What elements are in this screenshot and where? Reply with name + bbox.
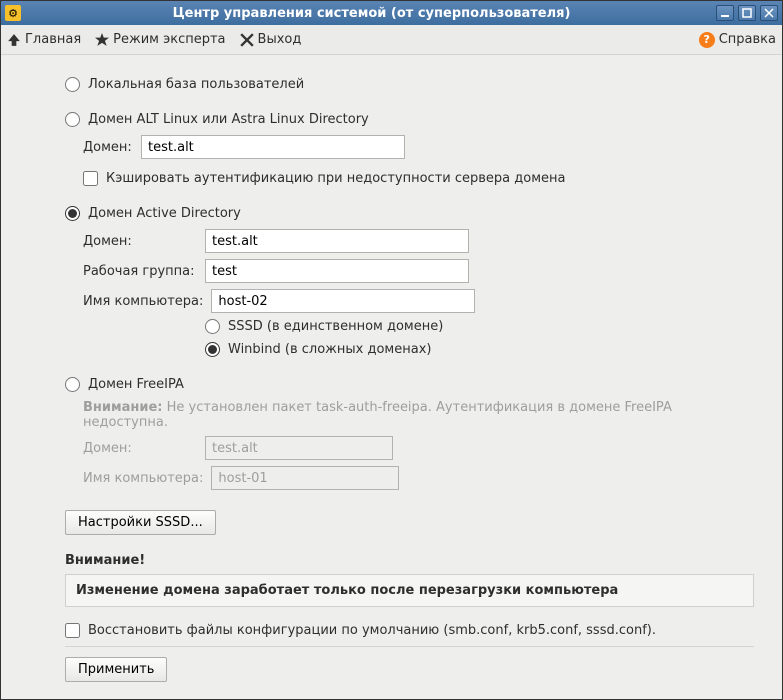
altlinux-domain-label: Домен: bbox=[83, 140, 133, 155]
radio-sssd[interactable]: SSSD (в единственном домене) bbox=[205, 319, 754, 334]
radio-altlinux-input[interactable] bbox=[65, 112, 80, 127]
altlinux-cache-label: Кэшировать аутентификацию при недоступно… bbox=[106, 171, 565, 186]
freeipa-domain-label: Домен: bbox=[83, 441, 197, 456]
up-arrow-icon bbox=[7, 33, 21, 47]
radio-ad-label: Домен Active Directory bbox=[88, 206, 241, 221]
close-button[interactable] bbox=[760, 5, 778, 21]
ad-computer-label: Имя компьютера: bbox=[83, 294, 203, 309]
divider bbox=[65, 646, 754, 647]
window-title: Центр управления системой (от суперпольз… bbox=[27, 6, 716, 21]
toolbar-home[interactable]: Главная bbox=[7, 32, 81, 47]
ad-computer-input[interactable] bbox=[211, 289, 475, 313]
radio-altlinux-label: Домен ALT Linux или Astra Linux Director… bbox=[88, 112, 369, 127]
ad-workgroup-input[interactable] bbox=[205, 259, 469, 283]
sssd-settings-button[interactable]: Настройки SSSD... bbox=[65, 510, 216, 535]
freeipa-warning-text: Не установлен пакет task-auth-freeipa. А… bbox=[83, 400, 672, 430]
radio-winbind-label: Winbind (в сложных доменах) bbox=[228, 342, 431, 357]
restore-defaults-label: Восстановить файлы конфигурации по умолч… bbox=[88, 623, 656, 638]
ad-domain-input[interactable] bbox=[205, 229, 469, 253]
toolbar-expert[interactable]: Режим эксперта bbox=[95, 32, 225, 47]
radio-winbind-input[interactable] bbox=[205, 342, 220, 357]
toolbar-help-label: Справка bbox=[719, 32, 776, 47]
close-icon bbox=[240, 33, 254, 47]
freeipa-domain-input bbox=[205, 436, 393, 460]
radio-ad-input[interactable] bbox=[65, 206, 80, 221]
radio-local-label: Локальная база пользователей bbox=[88, 77, 304, 92]
warning-box: Изменение домена заработает только после… bbox=[65, 574, 754, 607]
toolbar-exit-label: Выход bbox=[258, 32, 302, 47]
freeipa-warning-label: Внимание: bbox=[83, 400, 163, 415]
toolbar-exit[interactable]: Выход bbox=[240, 32, 302, 47]
radio-altlinux[interactable]: Домен ALT Linux или Astra Linux Director… bbox=[65, 112, 754, 127]
app-icon: ⚙ bbox=[5, 5, 21, 21]
altlinux-domain-input[interactable] bbox=[141, 135, 405, 159]
titlebar: ⚙ Центр управления системой (от суперпол… bbox=[1, 1, 782, 25]
help-icon: ? bbox=[699, 32, 715, 48]
radio-freeipa-label: Домен FreeIPA bbox=[88, 377, 184, 392]
radio-sssd-input[interactable] bbox=[205, 319, 220, 334]
apply-button[interactable]: Применить bbox=[65, 657, 167, 682]
restore-defaults-checkbox[interactable]: Восстановить файлы конфигурации по умолч… bbox=[65, 623, 754, 638]
maximize-button[interactable] bbox=[738, 5, 756, 21]
star-icon bbox=[95, 33, 109, 47]
altlinux-cache-checkbox[interactable]: Кэшировать аутентификацию при недоступно… bbox=[83, 171, 754, 186]
radio-winbind[interactable]: Winbind (в сложных доменах) bbox=[205, 342, 754, 357]
radio-ad[interactable]: Домен Active Directory bbox=[65, 206, 754, 221]
ad-domain-label: Домен: bbox=[83, 234, 197, 249]
minimize-button[interactable] bbox=[716, 5, 734, 21]
radio-local-input[interactable] bbox=[65, 77, 80, 92]
window: ⚙ Центр управления системой (от суперпол… bbox=[0, 0, 783, 700]
radio-sssd-label: SSSD (в единственном домене) bbox=[228, 319, 443, 334]
toolbar-help[interactable]: ? Справка bbox=[699, 32, 776, 48]
radio-freeipa-input[interactable] bbox=[65, 377, 80, 392]
toolbar: Главная Режим эксперта Выход ? Справка bbox=[1, 25, 782, 55]
restore-defaults-input[interactable] bbox=[65, 623, 80, 638]
freeipa-computer-label: Имя компьютера: bbox=[83, 471, 203, 486]
freeipa-computer-input bbox=[211, 466, 399, 490]
ad-workgroup-label: Рабочая группа: bbox=[83, 264, 197, 279]
altlinux-cache-input[interactable] bbox=[83, 171, 98, 186]
radio-local[interactable]: Локальная база пользователей bbox=[65, 77, 754, 92]
toolbar-home-label: Главная bbox=[25, 32, 81, 47]
toolbar-expert-label: Режим эксперта bbox=[113, 32, 225, 47]
radio-freeipa[interactable]: Домен FreeIPA bbox=[65, 377, 754, 392]
warning-title: Внимание! bbox=[65, 553, 754, 568]
content-area: Локальная база пользователей Домен ALT L… bbox=[1, 55, 782, 699]
